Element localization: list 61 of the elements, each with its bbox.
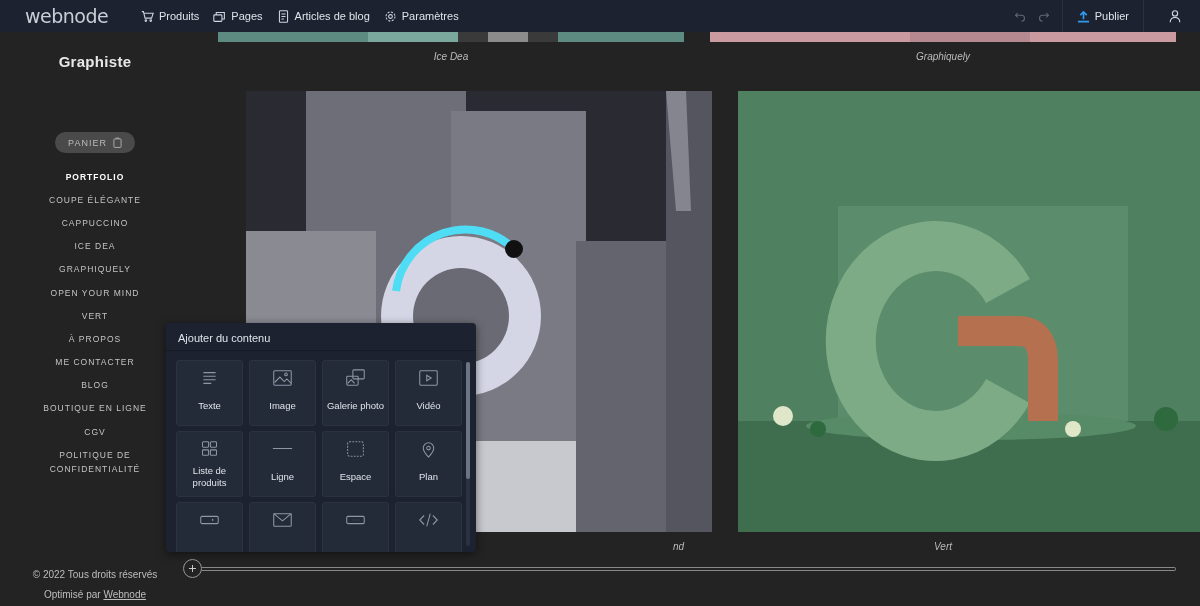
settings-icon <box>383 9 397 23</box>
nav-link[interactable]: ME CONTACTER <box>55 350 135 374</box>
document-icon <box>276 9 290 23</box>
scrollbar[interactable] <box>466 362 470 546</box>
webnode-link[interactable]: Webnode <box>103 589 147 600</box>
site-title[interactable]: Graphiste <box>58 53 132 70</box>
nav-link[interactable]: CAPPUCCINO <box>61 211 129 235</box>
copyright-text: © 2022 Tous droits réservés <box>32 569 158 580</box>
content-tile[interactable]: Espace <box>322 431 389 497</box>
nav-link[interactable]: BOUTIQUE EN LIGNE <box>43 396 147 421</box>
content-tile[interactable] <box>322 502 389 552</box>
bag-icon <box>112 137 122 148</box>
gallery-icon <box>345 369 366 387</box>
cart-icon <box>141 9 154 23</box>
user-icon[interactable] <box>1168 9 1182 23</box>
image-caption: nd <box>671 540 684 552</box>
nav-link[interactable]: ICE DEA <box>74 234 116 258</box>
nav-link[interactable]: GRAPHIQUELY <box>59 257 131 281</box>
content-tile[interactable] <box>176 502 243 552</box>
publish-button[interactable]: Publier <box>1068 9 1137 23</box>
content-tile[interactable] <box>249 502 316 552</box>
image-caption: Vert <box>933 540 954 552</box>
nav-link[interactable]: COUPE ÉLÉGANTE <box>49 188 141 212</box>
cart-button[interactable]: PANIER <box>55 132 135 153</box>
menu-link[interactable]: Articles de blog <box>276 9 370 23</box>
nav-link[interactable]: OPEN YOUR MIND <box>50 280 140 305</box>
plus-icon <box>189 565 196 572</box>
content-tile[interactable] <box>395 502 462 552</box>
powered-by-text: Optimisé par Webnode <box>43 589 147 600</box>
content-tile[interactable]: Liste de produits <box>176 431 243 497</box>
undo-icon[interactable] <box>1013 10 1026 22</box>
content-tile[interactable]: Vidéo <box>395 360 462 426</box>
nav-link[interactable]: VERT <box>81 304 109 328</box>
nav-link[interactable]: PORTFOLIO <box>65 165 125 189</box>
menu-link[interactable]: Produits <box>141 9 200 23</box>
video-icon <box>418 369 439 387</box>
upload-icon <box>1076 9 1090 23</box>
content-tile[interactable]: Galerie photo <box>322 360 389 426</box>
content-tile[interactable]: Image <box>249 360 316 426</box>
logo[interactable]: webnode <box>25 5 141 27</box>
menu-link[interactable]: Paramètres <box>383 9 459 23</box>
nav-link[interactable]: POLITIQUE DE CONFIDENTIALITÉ <box>32 443 158 481</box>
image-icon <box>272 369 293 387</box>
dashed-square-icon <box>345 440 366 458</box>
line-icon <box>272 448 293 450</box>
menu-link[interactable]: Pages <box>213 9 263 23</box>
nav-link[interactable]: À PROPOS <box>68 327 122 351</box>
content-tile[interactable]: Ligne <box>249 431 316 497</box>
add-section-button[interactable] <box>183 559 202 578</box>
code-icon <box>418 511 439 529</box>
content-tile[interactable]: Plan <box>395 431 462 497</box>
image-caption: Ice Dea <box>432 50 470 64</box>
envelope-icon <box>272 511 293 529</box>
content-tile[interactable]: Texte <box>176 360 243 426</box>
panel-title: Ajouter du contenu <box>166 323 476 351</box>
nav-link[interactable]: CGV <box>84 420 106 444</box>
pages-icon <box>213 9 227 23</box>
nav-link[interactable]: BLOG <box>81 373 109 397</box>
image-caption: Graphiquely <box>915 50 972 64</box>
redo-icon[interactable] <box>1037 10 1050 22</box>
grid-icon <box>199 440 220 458</box>
